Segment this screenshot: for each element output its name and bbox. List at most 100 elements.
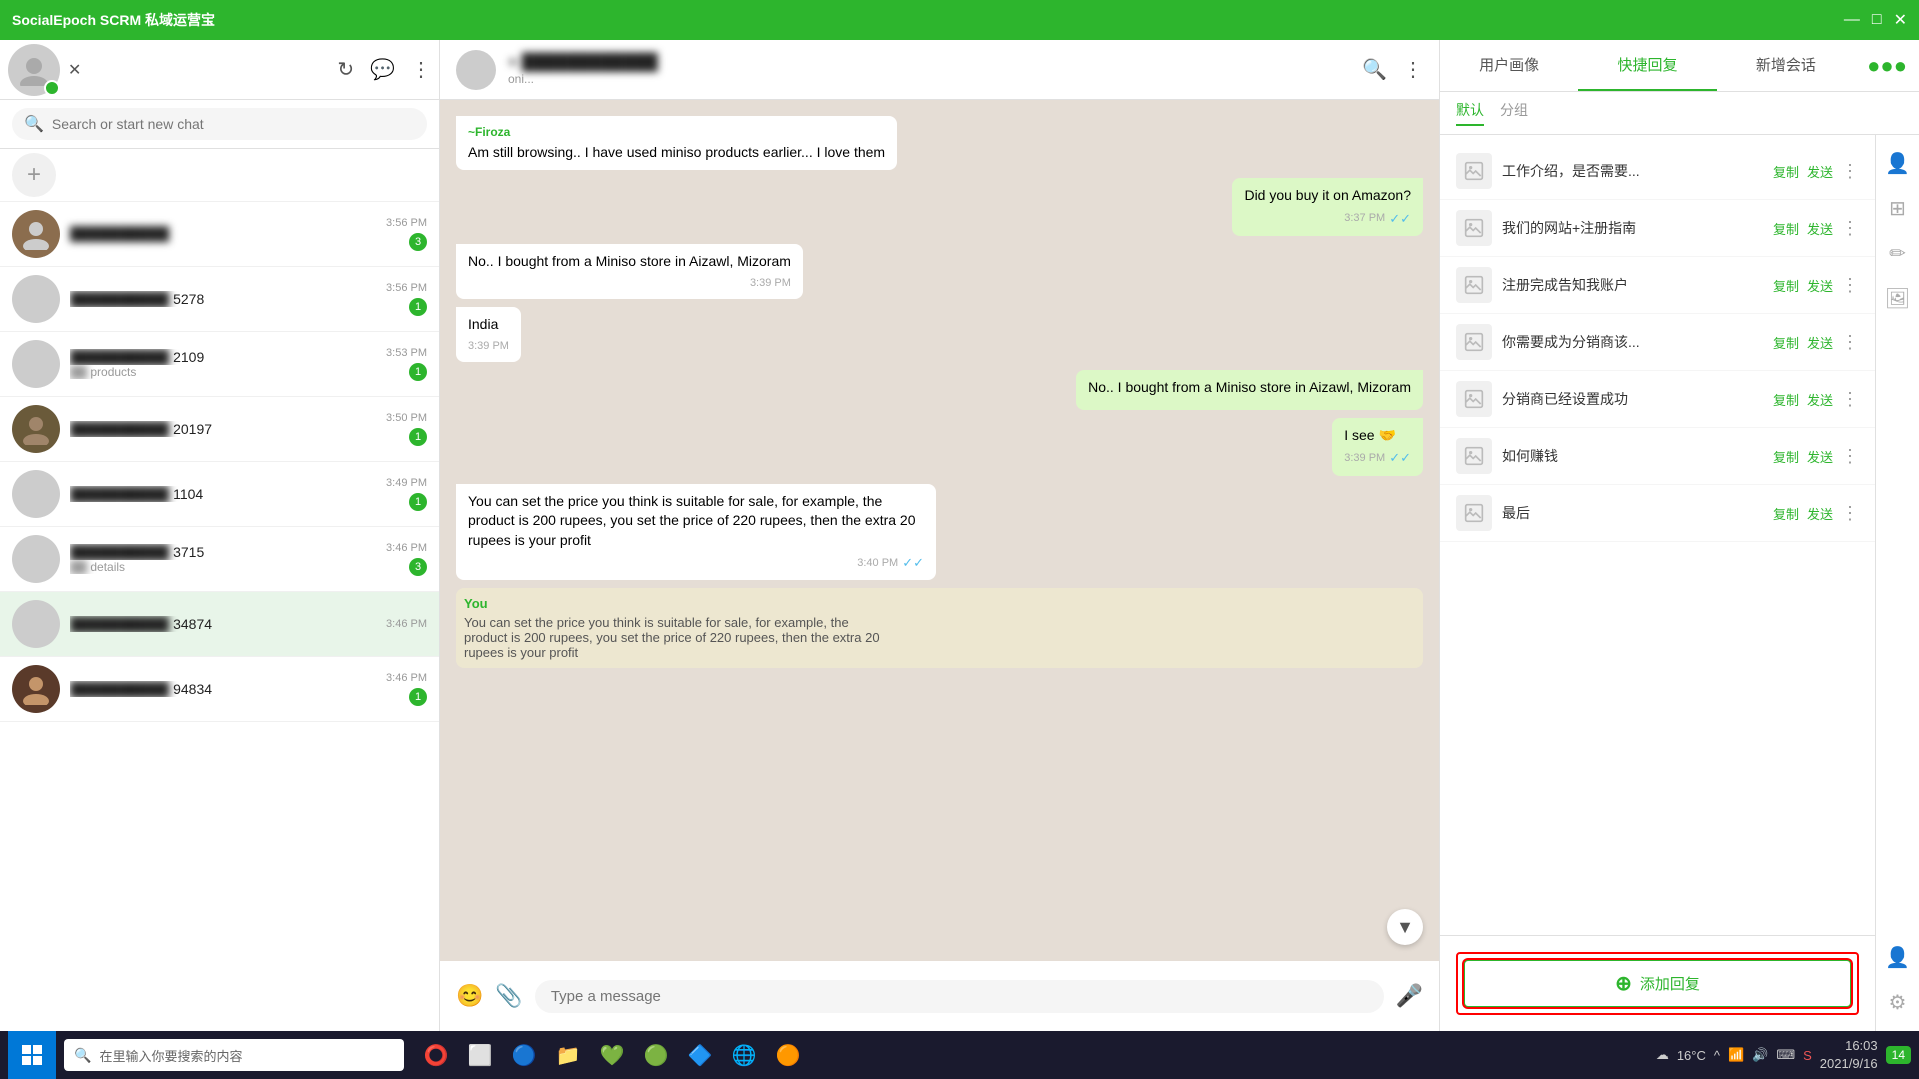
contact-item[interactable]: ██████████ 5278 3:56 PM 1 [0, 267, 439, 332]
qr-more-icon[interactable]: ⋮ [1841, 389, 1859, 410]
qr-text: 如何赚钱 [1502, 446, 1763, 466]
image-card-icon[interactable]: 🖼 [1885, 286, 1910, 311]
more-tab-icon[interactable]: ●●● [1855, 40, 1919, 91]
attachment-icon[interactable]: 📎 [495, 983, 522, 1009]
microphone-icon[interactable]: 🎤 [1396, 983, 1423, 1009]
taskbar-app-3[interactable]: 🔵 [504, 1031, 544, 1079]
app-body: ✕ ↻ 💬 ⋮ 🔍 + █ [0, 40, 1919, 1031]
taskbar-app-5[interactable]: 💚 [592, 1031, 632, 1079]
add-reply-wrapper: ⊕ 添加回复 [1456, 952, 1859, 1015]
contact-item[interactable]: ██████████ 1104 3:49 PM 1 [0, 462, 439, 527]
settings-icon[interactable]: ⚙ [1889, 990, 1907, 1015]
sync-icon[interactable]: ↻ [337, 57, 354, 82]
taskbar-search[interactable]: 🔍 在里输入你要搜索的内容 [64, 1039, 404, 1071]
qr-more-icon[interactable]: ⋮ [1841, 218, 1859, 239]
add-reply-button[interactable]: ⊕ 添加回复 [1464, 960, 1851, 1007]
contact-item[interactable]: ██████████ 34874 3:46 PM [0, 592, 439, 657]
edit-icon[interactable]: ✏ [1889, 241, 1906, 266]
contact-item[interactable]: ██████████ 2109 ██ products 3:53 PM 1 [0, 332, 439, 397]
taskbar-app-1[interactable]: ⭕ [416, 1031, 456, 1079]
taskbar-app-4[interactable]: 📁 [548, 1031, 588, 1079]
contact-item[interactable]: ██████████ 3:56 PM 3 [0, 202, 439, 267]
qr-text: 最后 [1502, 503, 1763, 523]
search-input[interactable] [52, 116, 415, 132]
network-icon[interactable]: 📶 [1728, 1047, 1744, 1063]
more-chat-icon[interactable]: ⋮ [1403, 57, 1423, 82]
send-button[interactable]: 发送 [1807, 162, 1833, 181]
taskbar-app-8[interactable]: 🌐 [724, 1031, 764, 1079]
close-button[interactable]: ✕ [1894, 10, 1907, 30]
contact-meta: 3:56 PM 1 [386, 282, 427, 316]
right-panel-sidebar: 👤 ⊞ ✏ 🖼 👤 ⚙ [1875, 135, 1919, 1031]
tab-quick-reply[interactable]: 快捷回复 [1578, 40, 1716, 91]
tab-new-chat[interactable]: 新增会话 [1717, 40, 1855, 91]
user-icon[interactable]: 👤 [1885, 151, 1910, 176]
volume-icon[interactable]: 🔊 [1752, 1047, 1768, 1063]
maximize-button[interactable]: □ [1872, 11, 1882, 29]
send-button[interactable]: 发送 [1807, 447, 1833, 466]
qr-more-icon[interactable]: ⋮ [1841, 503, 1859, 524]
taskbar-app-7[interactable]: 🔷 [680, 1031, 720, 1079]
emoji-icon[interactable]: 😊 [456, 983, 483, 1009]
notification-badge[interactable]: 14 [1886, 1046, 1911, 1064]
add-chat-button[interactable]: + [12, 153, 56, 197]
copy-button[interactable]: 复制 [1773, 390, 1799, 409]
user-profile-icon[interactable]: 👤 [1885, 945, 1910, 970]
minimize-button[interactable]: — [1844, 11, 1860, 29]
contact-time: 3:46 PM [386, 618, 427, 630]
chat-icon[interactable]: 💬 [370, 57, 395, 82]
unread-badge: 3 [409, 558, 427, 576]
qr-more-icon[interactable]: ⋮ [1841, 332, 1859, 353]
antivirus-icon[interactable]: S [1803, 1048, 1812, 1063]
quick-replies-list: 工作介绍，是否需要... 复制 发送 ⋮ 我们的网站+注册指南 [1440, 135, 1875, 935]
send-button[interactable]: 发送 [1807, 504, 1833, 523]
chat-input-bar: 😊 📎 🎤 [440, 961, 1439, 1031]
avatar-status-badge [44, 80, 60, 96]
message-sender: ~Firoza [468, 124, 885, 141]
copy-button[interactable]: 复制 [1773, 219, 1799, 238]
send-button[interactable]: 发送 [1807, 390, 1833, 409]
copy-button[interactable]: 复制 [1773, 162, 1799, 181]
taskbar-app-6[interactable]: 🟢 [636, 1031, 676, 1079]
contact-item[interactable]: ██████████ 94834 3:46 PM 1 [0, 657, 439, 722]
quick-reply-item: 你需要成为分销商该... 复制 发送 ⋮ [1440, 314, 1875, 371]
qr-actions: 复制 发送 ⋮ [1773, 218, 1859, 239]
qr-more-icon[interactable]: ⋮ [1841, 446, 1859, 467]
send-button[interactable]: 发送 [1807, 276, 1833, 295]
contact-name: ██████████ 2109 [70, 349, 376, 365]
copy-button[interactable]: 复制 [1773, 333, 1799, 352]
message-input[interactable] [535, 980, 1384, 1013]
copy-button[interactable]: 复制 [1773, 276, 1799, 295]
expand-icon[interactable]: ^ [1714, 1048, 1720, 1063]
message-row: India 3:39 PM [456, 307, 1423, 362]
contact-item[interactable]: ██████████ 3715 ██ details 3:46 PM 3 [0, 527, 439, 592]
scroll-down-button[interactable]: ▼ [1387, 909, 1423, 945]
start-button[interactable] [8, 1031, 56, 1079]
keyboard-icon[interactable]: ⌨ [1776, 1047, 1795, 1063]
taskbar-time[interactable]: 16:03 2021/9/16 [1820, 1037, 1878, 1073]
message-time: 3:39 PM ✓✓ [1344, 449, 1411, 467]
close-icon[interactable]: ✕ [68, 60, 81, 80]
qr-more-icon[interactable]: ⋮ [1841, 275, 1859, 296]
contact-avatar [12, 665, 60, 713]
contact-item[interactable]: ██████████ 20197 3:50 PM 1 [0, 397, 439, 462]
grid-icon[interactable]: ⊞ [1889, 196, 1906, 221]
chat-header-status: oni... [508, 72, 658, 86]
subtab-group[interactable]: 分组 [1500, 100, 1528, 126]
search-chat-icon[interactable]: 🔍 [1362, 57, 1387, 82]
copy-button[interactable]: 复制 [1773, 447, 1799, 466]
unread-badge: 1 [409, 428, 427, 446]
tab-user-profile[interactable]: 用户画像 [1440, 40, 1578, 91]
subtab-default[interactable]: 默认 [1456, 100, 1484, 126]
qr-more-icon[interactable]: ⋮ [1841, 161, 1859, 182]
taskbar-app-9[interactable]: 🟠 [768, 1031, 808, 1079]
qr-actions: 复制 发送 ⋮ [1773, 503, 1859, 524]
more-icon[interactable]: ⋮ [411, 57, 431, 82]
send-button[interactable]: 发送 [1807, 219, 1833, 238]
qr-actions: 复制 发送 ⋮ [1773, 389, 1859, 410]
contact-name: ██████████ [70, 226, 376, 242]
copy-button[interactable]: 复制 [1773, 504, 1799, 523]
contact-meta: 3:53 PM 1 [386, 347, 427, 381]
taskbar-app-2[interactable]: ⬜ [460, 1031, 500, 1079]
send-button[interactable]: 发送 [1807, 333, 1833, 352]
